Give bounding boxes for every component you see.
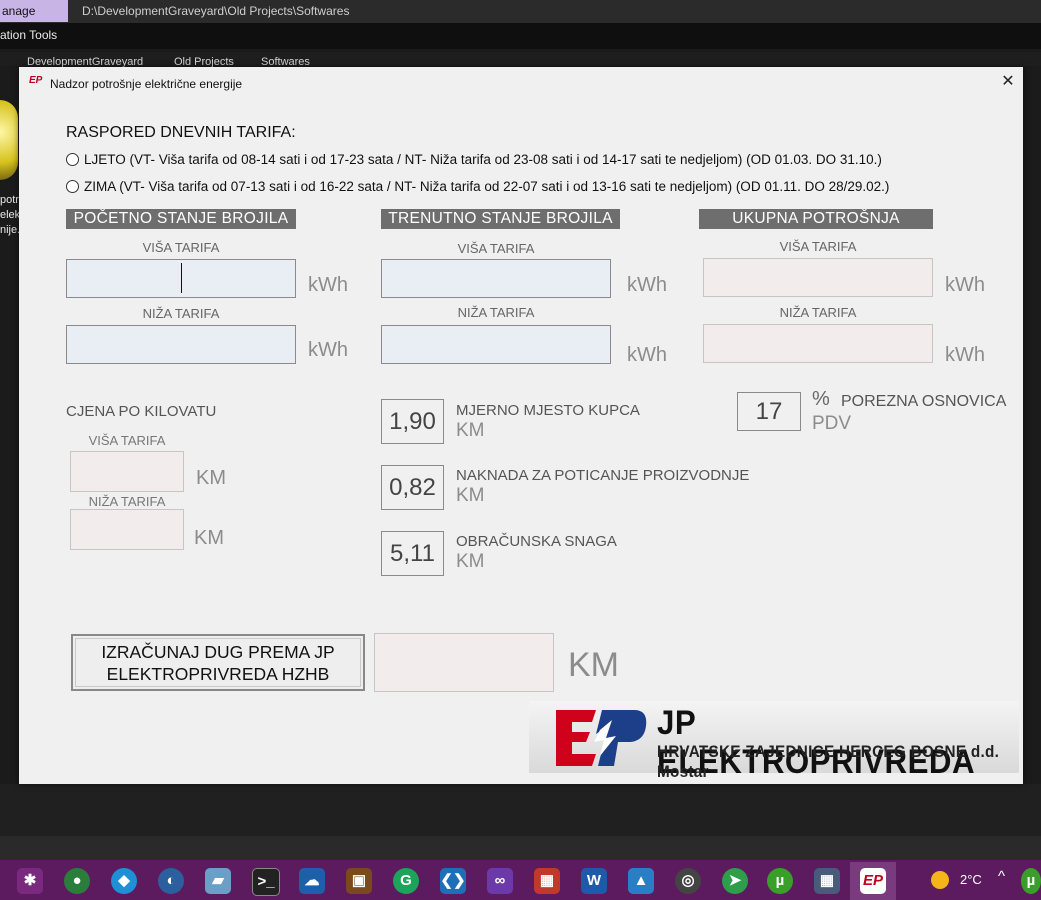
app-icon-5[interactable]: ▰ <box>205 868 231 894</box>
total-high-unit: kWh <box>945 274 985 296</box>
incentive-fee-value[interactable]: 0,82 <box>381 465 444 510</box>
explorer-address-bar[interactable]: DevelopmentGraveyard Old Projects Softwa… <box>0 52 1041 68</box>
explorer-ribbon: ation Tools <box>0 23 1041 49</box>
section-total-consumption: UKUPNA POTROŠNJA <box>699 209 933 229</box>
billing-power-label: OBRAČUNSKA SNAGA KM <box>456 532 617 572</box>
cloud-icon[interactable]: ☁ <box>299 868 325 894</box>
qr-icon[interactable]: ▦ <box>814 868 840 894</box>
current-low-unit: kWh <box>627 344 667 366</box>
start-high-label: VIŠA TARIFA <box>142 240 220 255</box>
desktop-bulb-icon[interactable] <box>0 100 18 180</box>
start-high-unit: kWh <box>308 274 348 296</box>
weather-sun-icon[interactable] <box>931 871 949 889</box>
metering-fee-text: MJERNO MJESTO KUPCA <box>456 402 640 419</box>
close-icon[interactable]: ✕ <box>995 72 1021 92</box>
logo-line-2: HRVATSKE ZAJEDNICE HERCEG BOSNE d.d. Mos… <box>657 742 1000 781</box>
explorer-path: D:\DevelopmentGraveyard\Old Projects\Sof… <box>82 4 350 18</box>
vat-short-label: PDV <box>812 413 852 434</box>
app-icon-8[interactable]: ▣ <box>346 868 372 894</box>
radio-summer[interactable]: LJETO (VT- Viša tarifa od 08-14 sati i o… <box>66 152 882 167</box>
current-low-input[interactable] <box>381 325 611 364</box>
price-low-label: NIŽA TARIFA <box>88 494 166 509</box>
price-low-unit: KM <box>194 527 224 549</box>
explorer-manage-tab[interactable]: anage <box>0 0 68 22</box>
radio-summer-circle[interactable] <box>66 153 79 166</box>
radio-summer-label[interactable]: LJETO (VT- Viša tarifa od 08-14 sati i o… <box>84 152 882 167</box>
app-icon-12[interactable]: ▦ <box>534 868 560 894</box>
photos-icon[interactable]: ▲ <box>628 868 654 894</box>
radio-winter[interactable]: ZIMA (VT- Viša tarifa od 07-13 sati i od… <box>66 179 889 194</box>
word-icon[interactable]: W <box>581 868 607 894</box>
section-start-reading: POČETNO STANJE BROJILA <box>66 209 296 229</box>
visual-studio-icon[interactable]: ∞ <box>487 868 513 894</box>
incentive-fee-unit: KM <box>456 485 485 506</box>
total-low-label: NIŽA TARIFA <box>779 305 857 320</box>
tariff-schedule-heading: RASPORED DNEVNIH TARIFA: <box>66 124 296 141</box>
calculate-debt-button[interactable]: IZRAČUNAJ DUG PREMA JP ELEKTROPRIVREDA H… <box>71 634 365 691</box>
vat-base-label: POREZNA OSNOVICA <box>841 393 1007 410</box>
price-high-label: VIŠA TARIFA <box>88 433 166 448</box>
grammarly-icon[interactable]: G <box>393 868 419 894</box>
total-high-output <box>703 258 933 297</box>
browser-icon[interactable]: ◐ <box>158 868 184 894</box>
dialog-title: Nadzor potrošnje električne energije <box>50 77 243 91</box>
section-current-reading: TRENUTNO STANJE BROJILA <box>381 209 620 229</box>
incentive-fee-label: NAKNADA ZA POTICANJE PROIZVODNJE KM <box>456 466 749 506</box>
explorer-bottom-area <box>0 784 1041 836</box>
ep-app-taskbar-icon[interactable]: EP <box>860 868 886 894</box>
text-cursor <box>181 263 182 293</box>
chrome-icon[interactable]: ● <box>64 868 90 894</box>
vat-percent: % <box>812 388 830 410</box>
result-unit: KM <box>568 646 619 684</box>
billing-power-value[interactable]: 5,11 <box>381 531 444 576</box>
tray-utorrent-icon[interactable]: µ <box>1021 868 1041 894</box>
tray-caret-icon[interactable]: ^ <box>998 868 1005 885</box>
current-high-input[interactable] <box>381 259 611 298</box>
current-high-label: VIŠA TARIFA <box>457 241 535 256</box>
total-high-label: VIŠA TARIFA <box>779 239 857 254</box>
ep-logo-icon <box>556 710 647 766</box>
price-per-kwh-label: CJENA PO KILOVATU <box>66 403 217 420</box>
slack-icon[interactable]: ✱ <box>17 868 43 894</box>
ribbon-tools-label[interactable]: ation Tools <box>0 28 57 42</box>
metering-fee-unit: KM <box>456 420 485 441</box>
app-icon-15[interactable]: ◎ <box>675 868 701 894</box>
price-high-input[interactable] <box>70 451 184 492</box>
start-high-input[interactable] <box>66 259 296 298</box>
price-low-input[interactable] <box>70 509 184 550</box>
price-high-unit: KM <box>196 467 226 489</box>
start-low-input[interactable] <box>66 325 296 364</box>
metering-fee-label: MJERNO MJESTO KUPCA KM <box>456 401 640 441</box>
app-logo-icon: EP <box>29 75 43 86</box>
terminal-icon[interactable]: >_ <box>252 868 280 896</box>
current-high-unit: kWh <box>627 274 667 296</box>
metering-fee-value[interactable]: 1,90 <box>381 399 444 444</box>
current-low-label: NIŽA TARIFA <box>457 305 535 320</box>
billing-power-text: OBRAČUNSKA SNAGA <box>456 533 617 550</box>
app-icon-16[interactable]: ➤ <box>722 868 748 894</box>
incentive-fee-text: NAKNADA ZA POTICANJE PROIZVODNJE <box>456 467 750 484</box>
radio-winter-circle[interactable] <box>66 180 79 193</box>
utorrent-icon[interactable]: µ <box>767 868 793 894</box>
total-low-unit: kWh <box>945 344 985 366</box>
weather-temperature[interactable]: 2°C <box>960 872 982 887</box>
radio-winter-label[interactable]: ZIMA (VT- Viša tarifa od 07-13 sati i od… <box>84 179 889 194</box>
start-low-unit: kWh <box>308 339 348 361</box>
total-low-output <box>703 324 933 363</box>
billing-power-unit: KM <box>456 551 485 572</box>
result-output <box>374 633 554 692</box>
vscode-icon[interactable]: ❮❯ <box>440 868 466 894</box>
vat-value[interactable]: 17 <box>737 392 801 431</box>
docker-icon[interactable]: ◆ <box>111 868 137 894</box>
explorer-status-strip <box>0 836 1041 860</box>
start-low-label: NIŽA TARIFA <box>142 306 220 321</box>
